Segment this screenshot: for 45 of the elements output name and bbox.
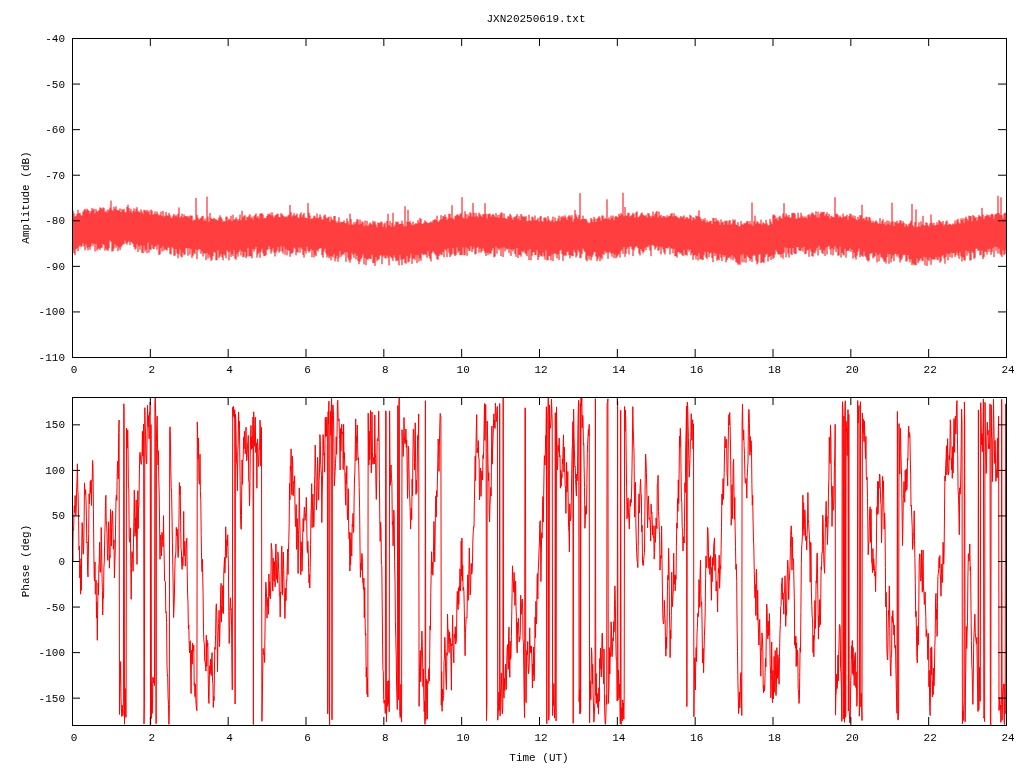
axis-tick-label: 14 [612, 364, 626, 376]
axis-tick-label: 12 [534, 732, 548, 744]
axis-tick-label: 18 [767, 364, 782, 376]
axis-label: Phase (deg) [20, 524, 32, 598]
axis-tick-label: -100 [38, 647, 65, 660]
axis-label: Time (UT) [508, 750, 569, 766]
axis-tick-label: 2 [148, 364, 156, 376]
axis-tick-label: 12 [534, 364, 548, 376]
axis-tick-label: 6 [304, 732, 311, 744]
axis-tick-label: -70 [45, 169, 65, 182]
axis-tick-label: 10 [456, 732, 470, 744]
axis-tick-label: -90 [45, 260, 65, 273]
axis-tick-label: -80 [45, 215, 65, 228]
axis-tick-label: 6 [304, 364, 311, 376]
axis-tick-label: 2 [148, 732, 156, 744]
axis-tick-label: 4 [226, 732, 233, 744]
axis-label: Amplitude (dB) [20, 151, 32, 244]
axis-tick-label: 20 [845, 732, 859, 744]
axis-tick-label: 10 [456, 364, 470, 376]
axis-tick-label: 22 [923, 732, 937, 744]
axis-tick-label: 0 [70, 364, 78, 376]
chart-title: JXN20250619.txt [485, 11, 586, 27]
axis-tick-label: -60 [45, 124, 65, 137]
axis-tick-label: 22 [923, 364, 937, 376]
axis-tick-label: 100 [45, 464, 65, 477]
axis-tick-label: 4 [226, 364, 233, 376]
axis-tick-label: 24 [1001, 364, 1015, 376]
axis-tick-label: 150 [45, 419, 65, 432]
axis-tick-label: 24 [1001, 732, 1015, 744]
axis-tick-label: 18 [767, 732, 782, 744]
axis-tick-label: 8 [382, 364, 389, 376]
axis-tick-label: 0 [70, 732, 78, 744]
axis-tick-label: 50 [51, 510, 65, 523]
axis-tick-label: -50 [45, 78, 65, 91]
axis-tick-label: 0 [58, 556, 65, 568]
axis-tick-label: -150 [38, 692, 65, 705]
axis-tick-label: 14 [612, 732, 626, 744]
axis-tick-label: -110 [38, 352, 65, 364]
axis-tick-label: -100 [38, 306, 65, 319]
axis-tick-label: -50 [45, 601, 65, 614]
axis-tick-label: 8 [382, 732, 389, 744]
axis-tick-label: -40 [45, 33, 65, 45]
axis-tick-label: 20 [845, 364, 859, 376]
axis-tick-label: 16 [690, 732, 704, 744]
axis-tick-label: 16 [690, 364, 704, 376]
